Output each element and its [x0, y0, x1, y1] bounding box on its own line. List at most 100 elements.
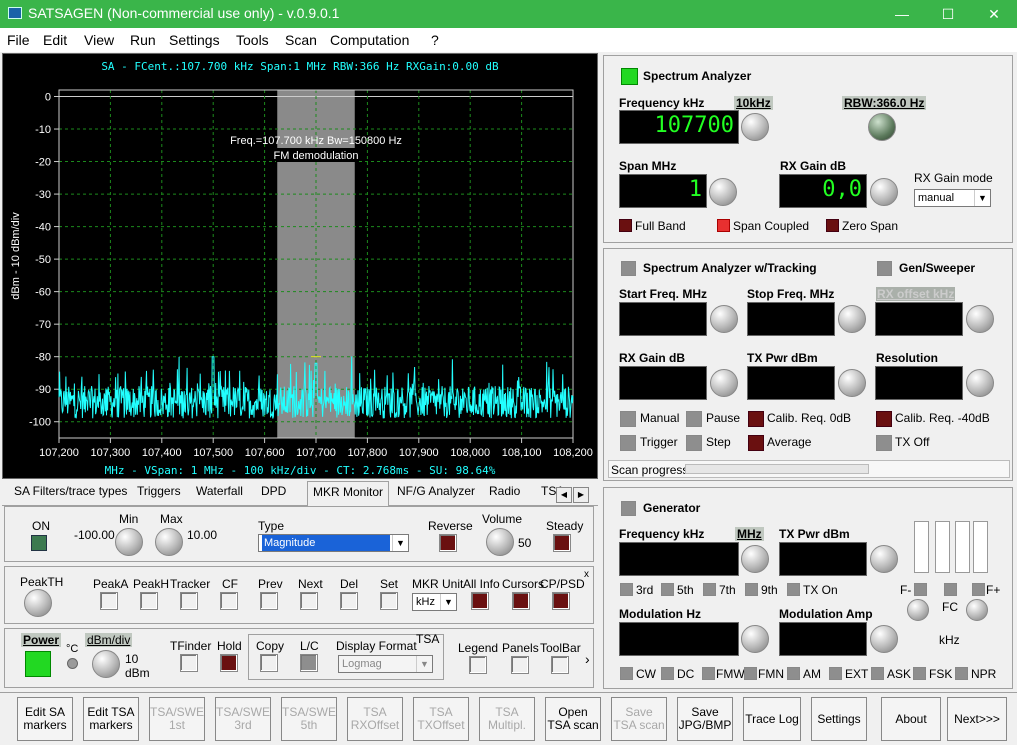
tracking-tx-pwr-display[interactable] [747, 366, 835, 400]
stop-freq-display[interactable] [747, 302, 835, 336]
digit-spinner-4[interactable] [973, 521, 988, 573]
gen-txpwr-knob[interactable] [870, 545, 898, 573]
sa-freq-knob[interactable] [741, 113, 769, 141]
start-freq-display[interactable] [619, 302, 707, 336]
sa-gain-display[interactable]: 0,0 [779, 174, 867, 208]
rx-offset-display[interactable] [875, 302, 963, 336]
prev-button[interactable] [260, 592, 278, 610]
open-tsa-scan-button[interactable]: Open TSA scan [545, 697, 601, 741]
mode-fmn-led[interactable] [744, 667, 757, 680]
minimize-button[interactable]: — [879, 0, 925, 28]
sa-rbw-knob[interactable] [868, 113, 896, 141]
tsa-txoffset-button[interactable]: TSA TXOffset [413, 697, 469, 741]
del-button[interactable] [340, 592, 358, 610]
mkr-min-knob[interactable] [115, 528, 143, 556]
calib-0db-led[interactable] [748, 411, 764, 427]
mode-ask-led[interactable] [871, 667, 884, 680]
save-tsa-scan-button[interactable]: Save TSA scan [611, 697, 667, 741]
menu-run[interactable]: Run [130, 32, 156, 48]
digit-spinner-1[interactable] [914, 521, 929, 573]
mod-hz-display[interactable] [619, 622, 739, 656]
copy-button[interactable] [260, 654, 278, 672]
menu-edit[interactable]: Edit [43, 32, 67, 48]
sa-enable-led[interactable] [621, 68, 638, 85]
maximize-button[interactable]: ☐ [925, 0, 971, 28]
menu-file[interactable]: File [7, 32, 30, 48]
tab-dpd[interactable]: DPD [261, 484, 286, 504]
tab-mkr-monitor[interactable]: MKR Monitor [307, 481, 390, 506]
mkr-on-led[interactable] [31, 535, 47, 551]
tab-radio[interactable]: Radio [489, 484, 520, 504]
span-coupled-led[interactable] [717, 219, 730, 232]
trigger-led[interactable] [620, 435, 636, 451]
panels-button[interactable] [511, 656, 529, 674]
mode-fmw-led[interactable] [702, 667, 715, 680]
stop-freq-knob[interactable] [838, 305, 866, 333]
tab-triggers[interactable]: Triggers [137, 484, 181, 504]
rx-offset-knob[interactable] [966, 305, 994, 333]
mode-fsk-led[interactable] [913, 667, 926, 680]
f-plus-led[interactable] [972, 583, 985, 596]
spectrum-plot[interactable]: SA - FCent.:107.700 kHz Span:1 MHz RBW:3… [2, 53, 598, 479]
lc-toggle[interactable] [300, 654, 318, 672]
generator-enable-led[interactable] [621, 501, 636, 516]
pause-led[interactable] [686, 411, 702, 427]
menu-tools[interactable]: Tools [236, 32, 269, 48]
menu-view[interactable]: View [84, 32, 114, 48]
fc-led[interactable] [944, 583, 957, 596]
about-button[interactable]: About [881, 697, 941, 741]
close-button[interactable]: ✕ [971, 0, 1017, 28]
mode-npr-led[interactable] [955, 667, 968, 680]
peaka-button[interactable] [100, 592, 118, 610]
gen-txpwr-display[interactable] [779, 542, 867, 576]
tracking-rx-gain-knob[interactable] [710, 369, 738, 397]
sa-gain-mode-select[interactable]: manual ▼ [914, 189, 991, 207]
mod-amp-display[interactable] [779, 622, 867, 656]
edit-tsa-markers-button[interactable]: Edit TSA markers [83, 697, 139, 741]
menu-help[interactable]: ? [431, 32, 439, 48]
panel-more-icon[interactable]: › [585, 651, 590, 667]
peakh-button[interactable] [140, 592, 158, 610]
h7-led[interactable] [703, 583, 716, 596]
start-freq-knob[interactable] [710, 305, 738, 333]
tx-off-led[interactable] [876, 435, 892, 451]
full-band-led[interactable] [619, 219, 632, 232]
mode-dc-led[interactable] [661, 667, 674, 680]
digit-spinner-2[interactable] [935, 521, 950, 573]
resolution-knob[interactable] [966, 369, 994, 397]
cf-button[interactable] [220, 592, 238, 610]
mod-hz-knob[interactable] [741, 625, 769, 653]
tracker-button[interactable] [180, 592, 198, 610]
tx-on-led[interactable] [787, 583, 800, 596]
tab-waterfall[interactable]: Waterfall [196, 484, 243, 504]
sa-step-label[interactable]: 10kHz [734, 96, 773, 110]
markers-close-icon[interactable]: x [584, 569, 589, 580]
sa-gain-knob[interactable] [870, 178, 898, 206]
settings-button[interactable]: Settings [811, 697, 867, 741]
mode-cw-led[interactable] [620, 667, 633, 680]
tab-scroll-left-icon[interactable]: ◀ [556, 487, 572, 503]
mod-amp-knob[interactable] [870, 625, 898, 653]
mkr-type-select[interactable]: Magnitude ▼ [258, 534, 409, 552]
toolbar-button[interactable] [551, 656, 569, 674]
gen-freq-display[interactable] [619, 542, 739, 576]
next-button[interactable]: Next>>> [947, 697, 1007, 741]
peakth-knob[interactable] [24, 589, 52, 617]
save-jpg-bmp-button[interactable]: Save JPG/BMP [677, 697, 733, 741]
menu-settings[interactable]: Settings [169, 32, 220, 48]
f-minus-knob[interactable] [907, 599, 929, 621]
cppsd-toggle[interactable] [552, 592, 570, 610]
next-button[interactable] [300, 592, 318, 610]
trace-log-button[interactable]: Trace Log [743, 697, 801, 741]
average-led[interactable] [748, 435, 764, 451]
h9-led[interactable] [745, 583, 758, 596]
allinfo-toggle[interactable] [471, 592, 489, 610]
step-led[interactable] [686, 435, 702, 451]
tsa-swe-3rd-button[interactable]: TSA/SWE 3rd [215, 697, 271, 741]
gen-freq-knob[interactable] [741, 545, 769, 573]
gen-unit-label[interactable]: MHz [735, 527, 764, 541]
power-led[interactable] [25, 651, 51, 677]
tsa-multipl-button[interactable]: TSA Multipl. [479, 697, 535, 741]
mkr-unit-select[interactable]: kHz ▼ [412, 593, 457, 611]
h3-led[interactable] [620, 583, 633, 596]
